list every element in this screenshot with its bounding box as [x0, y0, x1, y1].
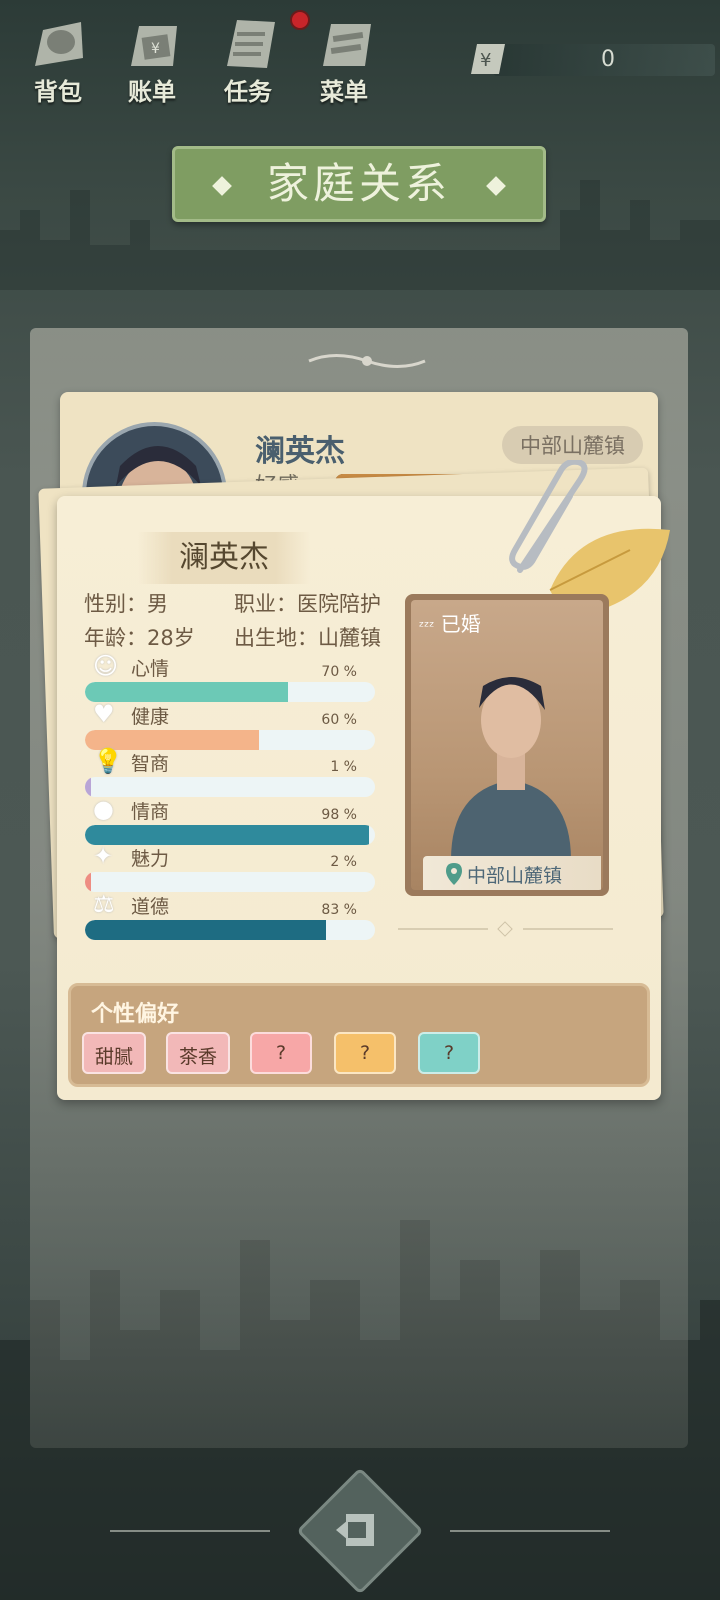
- marital-status: ᶻᶻᶻ 已婚: [419, 612, 481, 636]
- money-display: ¥ 0: [465, 40, 715, 78]
- age-info: 年龄：28岁: [84, 626, 195, 650]
- character-portrait: ᶻᶻᶻ 已婚 中部山麓镇: [405, 594, 609, 896]
- stat-percent: 1 %: [330, 759, 357, 775]
- birthplace-info: 出生地：山麓镇: [234, 626, 381, 650]
- stat-bar-fill: [85, 919, 326, 940]
- task-icon: [227, 20, 275, 68]
- stat-row: ✦ 魅力 2 %: [85, 842, 375, 892]
- bag-icon: [35, 22, 83, 66]
- smile-icon: ☺: [93, 652, 119, 680]
- preference-label: ?: [443, 1042, 455, 1064]
- stat-label: 情商: [131, 800, 170, 823]
- paperclip-icon: [509, 460, 588, 573]
- ornament-icon: [308, 354, 426, 368]
- profile-name: 澜英杰: [179, 540, 269, 575]
- bill-label: 账单: [128, 78, 176, 106]
- svg-text:¥: ¥: [480, 50, 491, 71]
- bag-label: 背包: [34, 78, 82, 106]
- preference-label: ?: [275, 1042, 287, 1064]
- footer-line-right: [450, 1530, 610, 1532]
- back-arrow-icon: [336, 1514, 374, 1546]
- character-figure: [451, 677, 571, 860]
- stat-label: 健康: [131, 705, 170, 728]
- task-button[interactable]: 任务: [208, 8, 288, 106]
- stat-row: ● 情商 98 %: [85, 794, 375, 845]
- stat-label: 心情: [131, 658, 170, 680]
- relation-location: 中部山麓镇: [502, 426, 643, 464]
- bulb-icon: 💡: [93, 747, 123, 775]
- money-value: 0: [601, 47, 615, 72]
- gender-info: 性别：男: [84, 592, 168, 616]
- stat-percent: 98 %: [321, 806, 357, 823]
- stat-label: 智商: [131, 753, 170, 775]
- sparkle-icon: ✦: [93, 842, 114, 870]
- relation-name: 澜英杰: [255, 434, 345, 469]
- stat-percent: 83 %: [321, 901, 357, 918]
- preference-item[interactable]: ?: [334, 1032, 396, 1074]
- preference-label: 甜腻: [94, 1046, 133, 1068]
- preference-item[interactable]: ?: [418, 1032, 480, 1074]
- page-title: 家庭关系: [172, 146, 546, 222]
- task-label: 任务: [224, 78, 272, 106]
- location-pin-icon: [446, 863, 462, 885]
- stat-row: 💡 智商 1 %: [85, 747, 375, 797]
- preference-label: 茶香: [178, 1046, 217, 1068]
- apple-icon: ●: [93, 794, 114, 823]
- preference-item[interactable]: 甜腻: [82, 1032, 146, 1074]
- divider-ornament: [398, 921, 613, 937]
- svg-text:¥: ¥: [151, 41, 160, 57]
- portrait-location-tag: 中部山麓镇: [423, 856, 601, 890]
- scale-icon: ⚖: [93, 889, 115, 918]
- preference-item[interactable]: 茶香: [166, 1032, 230, 1074]
- menu-icon: [323, 24, 371, 66]
- preference-label: ?: [359, 1042, 371, 1064]
- stat-row: ♥ 健康 60 %: [85, 699, 375, 750]
- preferences-title: 个性偏好: [91, 1002, 180, 1027]
- stat-percent: 70 %: [321, 664, 357, 680]
- top-bar: 背包 ¥ 账单 任务 菜单 ¥ 0: [0, 0, 720, 110]
- stat-percent: 2 %: [330, 854, 357, 870]
- preference-item[interactable]: ?: [250, 1032, 312, 1074]
- stat-label: 魅力: [131, 848, 170, 870]
- footer-line-left: [110, 1530, 270, 1532]
- stat-row: ☺ 心情 70 %: [85, 652, 375, 702]
- bill-icon: ¥: [131, 26, 177, 66]
- stat-percent: 60 %: [321, 711, 357, 728]
- bag-button[interactable]: 背包: [18, 8, 98, 106]
- sleep-icon: ᶻᶻᶻ: [419, 619, 435, 635]
- profile-name-tag: 澜英杰: [138, 532, 310, 584]
- stat-label: 道德: [131, 895, 170, 918]
- stat-bar: [85, 919, 375, 940]
- stat-row: ⚖ 道德 83 %: [85, 889, 375, 940]
- menu-button[interactable]: 菜单: [304, 8, 384, 106]
- menu-label: 菜单: [320, 78, 368, 106]
- portrait-location: 中部山麓镇: [467, 865, 563, 887]
- yuan-icon: ¥: [471, 44, 505, 74]
- heart-icon: ♥: [93, 699, 115, 728]
- occupation-info: 职业：医院陪护: [234, 592, 381, 616]
- bill-button[interactable]: ¥ 账单: [112, 8, 192, 106]
